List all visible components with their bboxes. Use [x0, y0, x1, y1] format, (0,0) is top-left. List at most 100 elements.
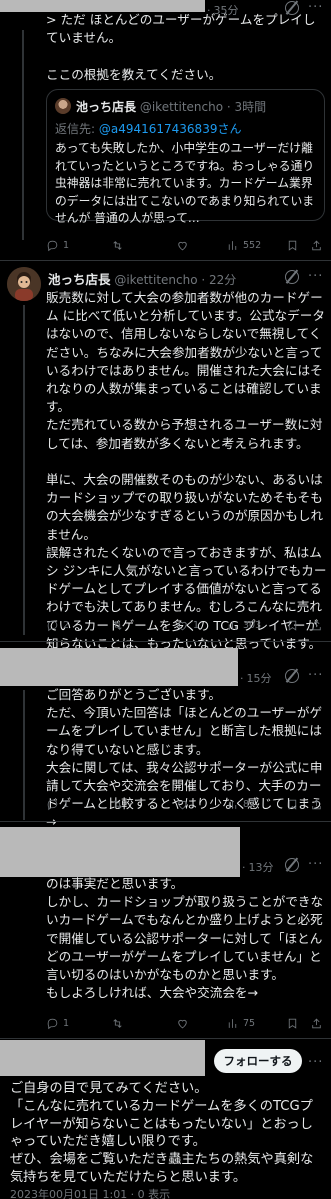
retweet-icon	[113, 1018, 122, 1028]
redacted-author	[0, 1040, 205, 1076]
more-icon[interactable]: ···	[308, 669, 323, 682]
like-icon	[178, 800, 187, 809]
reply4-meta: · 13分	[242, 859, 274, 875]
reply3-actions: 1 87	[46, 796, 326, 812]
like-icon	[178, 1019, 187, 1028]
main-tweet-text: ご自身の目で見てみてください。 「こんなに売れているカードゲームを多くのTCGプ…	[10, 1081, 314, 1185]
reply-button[interactable]: 1	[46, 796, 69, 812]
quote-header: 池っち店長 @ikettitencho · 3時間	[76, 100, 267, 114]
retweet-button[interactable]	[111, 237, 124, 253]
more-icon[interactable]: ···	[308, 858, 323, 871]
reply-count: 1	[63, 239, 70, 251]
share-button[interactable]	[310, 237, 323, 253]
quote-author-name: 池っち店長	[76, 100, 137, 114]
share-icon	[312, 799, 321, 809]
main-tweet-date: 2023年00月01日 1:01 · 0 表示	[10, 1188, 171, 1199]
reply1-actions: 1 552	[46, 237, 326, 253]
views-count: 75	[243, 1017, 256, 1029]
author-name[interactable]: 池っち店長	[48, 272, 111, 287]
divider	[0, 260, 331, 261]
author-handle[interactable]: @ikettitencho	[114, 273, 197, 287]
views-button[interactable]: 552	[226, 237, 261, 253]
reply-count: 1	[63, 1017, 70, 1029]
reply-button[interactable]: 1	[46, 1015, 69, 1031]
retweet-icon	[113, 799, 122, 809]
reply-icon	[47, 1018, 58, 1029]
share-icon	[312, 1018, 321, 1028]
like-button[interactable]	[176, 237, 189, 253]
quote-reply-to: 返信先: @a4941617436839さん	[55, 120, 241, 137]
like-icon	[178, 621, 187, 630]
like-button[interactable]: 1	[176, 617, 199, 633]
bookmark-icon	[288, 1018, 297, 1029]
reply4-text: のは事実だと思います。 しかし、カードショップが取り扱うことができないカードゲー…	[46, 876, 324, 1001]
bookmark-icon	[288, 240, 297, 251]
quote-time: 3時間	[234, 100, 267, 114]
reply-count: 1	[63, 798, 70, 810]
retweet-button[interactable]	[111, 796, 124, 812]
retweet-icon	[113, 240, 122, 250]
reply3-meta: · 15分	[240, 670, 272, 686]
grok-icon[interactable]	[285, 858, 299, 872]
quote-reply-prefix: 返信先:	[55, 122, 99, 136]
views-icon	[228, 799, 237, 809]
reply-button[interactable]: 1	[46, 237, 69, 253]
reply4-time[interactable]: 13分	[249, 859, 274, 875]
reply-button[interactable]: 2	[46, 617, 69, 633]
follow-button[interactable]: フォローする	[214, 1049, 302, 1073]
more-icon[interactable]: ···	[308, 270, 323, 283]
bookmark-button[interactable]	[286, 1015, 299, 1031]
reply-icon	[47, 620, 58, 631]
bookmark-button[interactable]	[286, 237, 299, 253]
like-button[interactable]	[176, 1015, 189, 1031]
views-icon	[228, 620, 237, 630]
redacted-avatar-name	[0, 827, 240, 877]
quote-avatar	[55, 98, 71, 114]
reply-count: 2	[63, 619, 70, 631]
bookmark-icon	[288, 799, 297, 810]
reply-icon	[47, 799, 58, 810]
views-count: 303	[243, 619, 262, 631]
share-icon	[312, 620, 321, 630]
quote-author-handle: @ikettitencho	[139, 100, 224, 114]
avatar-illustration	[7, 267, 41, 301]
more-icon[interactable]: ···	[308, 1056, 323, 1069]
reply2-time[interactable]: 22分	[209, 273, 236, 287]
reply4-actions: 1 75	[46, 1015, 326, 1031]
views-count: 552	[243, 239, 262, 251]
views-button[interactable]: 303	[226, 617, 261, 633]
quote-reply-target[interactable]: @a4941617436839さん	[99, 122, 242, 136]
retweet-icon	[113, 620, 122, 630]
share-button[interactable]	[310, 617, 323, 633]
thread-line	[22, 30, 24, 240]
grok-icon[interactable]	[285, 270, 299, 284]
share-icon	[312, 240, 321, 250]
redacted-avatar-name	[0, 648, 238, 686]
views-button[interactable]: 87	[226, 796, 255, 812]
divider	[0, 821, 331, 822]
reply-icon	[47, 240, 58, 251]
reply2-header: 池っち店長 @ikettitencho · 22分	[48, 272, 237, 287]
divider	[0, 1038, 331, 1039]
views-icon	[228, 1018, 237, 1028]
retweet-button[interactable]	[111, 617, 124, 633]
grok-icon[interactable]	[285, 669, 299, 683]
quote-text: あっても失敗したか、小中学生のユーザーだけ離れていったというところですね。おっし…	[55, 141, 315, 226]
thread-line	[23, 305, 25, 635]
author-avatar[interactable]	[7, 267, 41, 301]
retweet-button[interactable]	[111, 1015, 124, 1031]
share-button[interactable]	[310, 1015, 323, 1031]
views-button[interactable]: 75	[226, 1015, 255, 1031]
quoted-tweet[interactable]: 池っち店長 @ikettitencho · 3時間 返信先: @a4941617…	[46, 89, 325, 225]
reply3-time[interactable]: 15分	[247, 670, 272, 686]
views-count: 87	[243, 798, 256, 810]
share-button[interactable]	[310, 796, 323, 812]
reply1-text: > ただ ほとんどのユーザーがゲームをプレイしていません。 ここの根拠を教えてく…	[46, 12, 316, 82]
bookmark-button[interactable]	[286, 617, 299, 633]
bookmark-button[interactable]	[286, 796, 299, 812]
divider	[0, 641, 331, 642]
like-icon	[178, 241, 187, 250]
reply2-text: 販売数に対して大会の参加者数が他のカードゲーム に比べて低いと分析しています。公…	[46, 290, 327, 651]
reply2-actions: 2 1 303	[46, 617, 326, 633]
like-button[interactable]	[176, 796, 189, 812]
